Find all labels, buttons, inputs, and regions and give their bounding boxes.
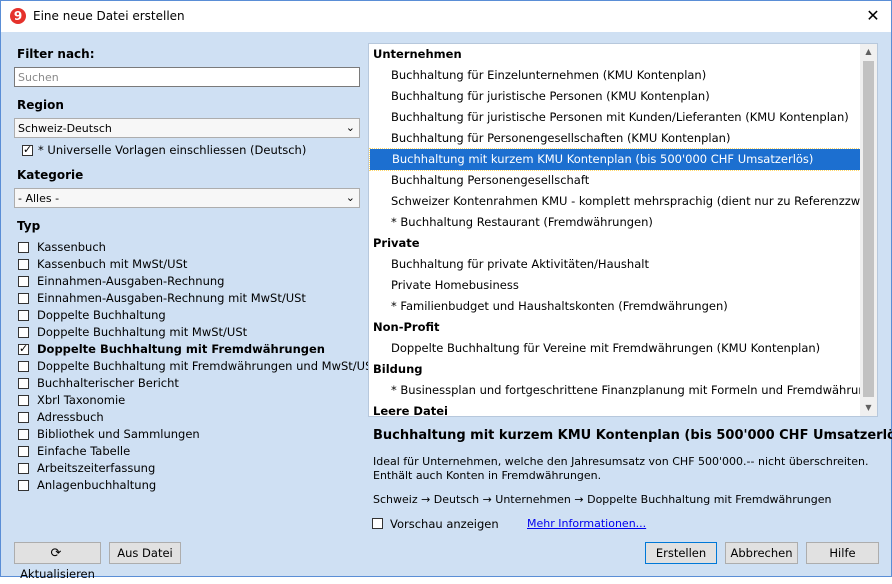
category-selected-value: - Alles - [18,192,60,205]
type-checkbox-label: Bibliothek und Sammlungen [37,427,200,441]
template-list-item[interactable]: Buchhaltung Personengesellschaft [369,170,859,191]
category-label: Kategorie [17,168,84,182]
scrollbar-thumb[interactable] [863,61,874,397]
type-checkbox[interactable] [18,378,29,389]
type-checkbox-label: Adressbuch [37,410,104,424]
template-detail-title: Buchhaltung mit kurzem KMU Kontenplan (b… [373,428,892,443]
type-checkbox[interactable] [18,293,29,304]
category-select[interactable]: - Alles - ⌄ [14,188,360,208]
template-list-item[interactable]: * Buchhaltung Restaurant (Fremdwährungen… [369,212,859,233]
type-checkbox-label: Kassenbuch [37,240,106,254]
type-checkbox[interactable] [18,342,29,355]
type-checkbox[interactable] [18,276,29,287]
template-group-header: Private [373,236,420,250]
type-checkbox-label: Doppelte Buchhaltung mit MwSt/USt [37,325,248,339]
template-group-header: Bildung [373,362,423,376]
template-list-item[interactable]: * Businessplan und fortgeschrittene Fina… [369,380,877,401]
scroll-down-icon[interactable]: ▼ [860,400,877,416]
type-checkbox[interactable] [18,242,29,253]
type-checkbox-label: Einnahmen-Ausgaben-Rechnung mit MwSt/USt [37,291,306,305]
type-checkbox[interactable] [18,412,29,423]
template-description: Ideal für Unternehmen, welche den Jahres… [373,455,869,482]
type-checkbox-label: Kassenbuch mit MwSt/USt [37,257,188,271]
filter-label: Filter nach: [17,47,95,61]
type-checkbox-label: Xbrl Taxonomie [37,393,126,407]
create-button[interactable]: Erstellen [645,542,717,564]
refresh-button-label: Aktualisieren [20,567,95,581]
type-checkbox[interactable] [18,446,29,457]
type-checkbox-label: Doppelte Buchhaltung mit Fremdwährungen [37,342,325,356]
region-label: Region [17,98,64,112]
cancel-button[interactable]: Abbrechen [725,542,798,564]
template-list[interactable]: Unternehmen Buchhaltung für Einzelunterne… [368,43,878,417]
type-checkbox-label: Doppelte Buchhaltung [37,308,166,322]
search-input[interactable]: Suchen [14,67,360,87]
type-checkbox-label: Doppelte Buchhaltung mit Fremdwährungen … [37,359,377,373]
type-checkbox[interactable] [18,361,29,372]
template-list-item[interactable]: Buchhaltung für juristische Personen (KM… [369,86,859,107]
template-group-header: Leere Datei [373,404,448,417]
template-group-header: Unternehmen [373,47,462,61]
template-list-item[interactable]: Doppelte Buchhaltung für Vereine mit Fre… [369,338,859,359]
type-checkbox[interactable] [18,327,29,338]
template-list-item[interactable]: Buchhaltung für Personengesellschaften (… [369,128,859,149]
region-selected-value: Schweiz-Deutsch [18,122,112,135]
template-path: Schweiz → Deutsch → Unternehmen → Doppel… [373,493,832,506]
template-list-item[interactable]: * Familienbudget und Haushaltskonten (Fr… [369,296,859,317]
region-select[interactable]: Schweiz-Deutsch ⌄ [14,118,360,138]
type-checkbox-label: Arbeitszeiterfassung [37,461,156,475]
preview-checkbox[interactable] [372,518,383,529]
universal-templates-label: * Universelle Vorlagen einschliessen (De… [38,143,307,157]
close-icon[interactable]: ✕ [861,5,885,27]
template-group-header: Non-Profit [373,320,440,334]
refresh-icon: ⟳ [50,546,62,561]
type-checkbox-label: Einfache Tabelle [37,444,131,458]
chevron-down-icon: ⌄ [345,191,355,204]
scroll-up-icon[interactable]: ▲ [860,44,877,60]
more-info-link[interactable]: Mehr Informationen... [527,517,646,530]
type-checkbox-label: Anlagenbuchhaltung [37,478,157,492]
template-list-item[interactable]: Buchhaltung für juristische Personen mit… [369,107,859,128]
type-checkbox[interactable] [18,259,29,270]
refresh-button[interactable]: ⟳ Aktualisieren [14,542,101,581]
app-logo-icon: 9 [10,8,26,24]
help-button[interactable]: Hilfe [806,542,879,564]
template-list-item[interactable]: Buchhaltung für Einzelunternehmen (KMU K… [369,65,859,86]
preview-label: Vorschau anzeigen [390,517,499,531]
universal-templates-checkbox[interactable] [22,143,33,156]
type-checkbox[interactable] [18,480,29,491]
chevron-down-icon: ⌄ [345,121,355,134]
type-checkbox[interactable] [18,310,29,321]
type-checkbox[interactable] [18,395,29,406]
type-checkbox-label: Einnahmen-Ausgaben-Rechnung [37,274,225,288]
template-list-item[interactable]: Buchhaltung für private Aktivitäten/Haus… [369,254,859,275]
from-file-button[interactable]: Aus Datei [109,542,181,564]
template-list-item[interactable]: Schweizer Kontenrahmen KMU - komplett me… [369,191,877,212]
type-checkbox[interactable] [18,463,29,474]
new-file-dialog: 9 Eine neue Datei erstellen ✕ Filter nac… [0,0,892,581]
type-checkbox-label: Buchhalterischer Bericht [37,376,179,390]
template-list-item[interactable]: Private Homebusiness [369,275,859,296]
title-bar: 9 Eine neue Datei erstellen ✕ [1,1,891,32]
window-title: Eine neue Datei erstellen [33,9,185,23]
type-checkbox[interactable] [18,429,29,440]
search-placeholder: Suchen [18,71,59,84]
template-list-scrollbar[interactable]: ▲ ▼ [860,44,877,416]
template-list-item[interactable]: Buchhaltung mit kurzem KMU Kontenplan (b… [369,148,861,171]
type-label: Typ [17,219,41,233]
